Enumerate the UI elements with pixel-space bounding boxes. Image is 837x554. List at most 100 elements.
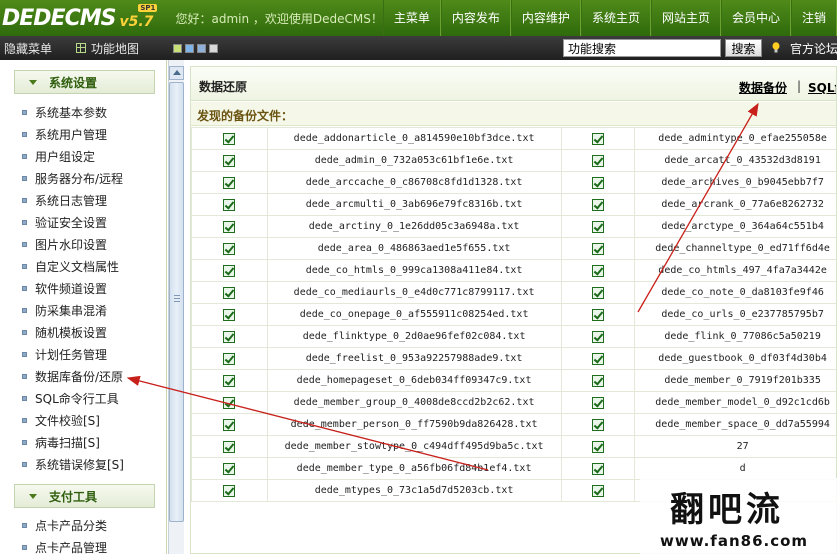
- file-checkbox[interactable]: [223, 242, 236, 255]
- table-row: dede_arccache_0_c86708c8fd1d1328.txt dede…: [191, 171, 836, 194]
- file-checkbox[interactable]: [223, 462, 236, 475]
- sidebar-item[interactable]: 计划任务管理: [22, 343, 107, 365]
- sidebar-item[interactable]: 图片水印设置: [22, 233, 107, 255]
- file-checkbox[interactable]: [223, 198, 236, 211]
- hide-menu-link[interactable]: 隐藏菜单: [4, 40, 52, 57]
- logo-brand: DEDECMS: [2, 5, 116, 31]
- sidebar-item[interactable]: 病毒扫描[S]: [22, 431, 100, 453]
- sidebar-item[interactable]: 点卡产品分类: [22, 514, 107, 536]
- skin-swatch-lightblue[interactable]: [197, 43, 207, 53]
- backup-filename: dede_channeltype_0_ed71ff6d4e: [655, 243, 830, 254]
- file-checkbox[interactable]: [591, 220, 604, 233]
- sidebar-item[interactable]: 数据库备份/还原: [22, 365, 123, 387]
- sidebar-item[interactable]: SQL命令行工具: [22, 387, 119, 409]
- file-checkbox[interactable]: [223, 132, 236, 145]
- data-backup-link[interactable]: 数据备份: [739, 79, 787, 96]
- skin-swatch-green[interactable]: [173, 43, 183, 53]
- file-checkbox[interactable]: [223, 286, 236, 299]
- backup-files-header: 发现的备份文件：: [191, 102, 836, 126]
- file-checkbox[interactable]: [591, 264, 604, 277]
- table-row: dede_arctiny_0_1e26dd05c3a6948a.txt dede_…: [191, 215, 836, 238]
- collapse-triangle-icon: [29, 493, 37, 499]
- file-checkbox[interactable]: [223, 396, 236, 409]
- file-checkbox[interactable]: [591, 352, 604, 365]
- file-checkbox[interactable]: [223, 154, 236, 167]
- file-checkbox[interactable]: [591, 484, 604, 497]
- sidebar-item-label: 自定义文档属性: [35, 259, 120, 274]
- nav-main-menu[interactable]: 主菜单: [382, 0, 441, 36]
- file-checkbox[interactable]: [591, 330, 604, 343]
- sidebar-item[interactable]: 系统错误修复[S]: [22, 453, 124, 475]
- nav-site-home[interactable]: 网站主页: [650, 0, 721, 36]
- file-checkbox[interactable]: [223, 484, 236, 497]
- scroll-up-arrow-icon[interactable]: [169, 66, 184, 80]
- file-checkbox[interactable]: [223, 264, 236, 277]
- menu-section-payment-tools[interactable]: 支付工具: [14, 484, 155, 508]
- file-checkbox[interactable]: [591, 286, 604, 299]
- backup-filename: dede_member_space_0_dd7a55994: [655, 419, 830, 430]
- file-checkbox[interactable]: [591, 462, 604, 475]
- file-checkbox[interactable]: [223, 440, 236, 453]
- sidebar-item[interactable]: 文件校验[S]: [22, 409, 100, 431]
- feature-map-link[interactable]: 功能地图: [56, 40, 139, 57]
- table-row: dede_arcmulti_0_3ab696e79fc8316b.txt dede…: [191, 193, 836, 216]
- watermark: 翻吧流 www.fan86.com: [640, 478, 837, 554]
- sidebar-item[interactable]: 系统用户管理: [22, 123, 107, 145]
- menu-section-system-settings[interactable]: 系统设置: [14, 70, 155, 94]
- official-forum-link[interactable]: 官方论坛: [790, 40, 837, 57]
- left-menu-scrollbar[interactable]: [168, 60, 184, 554]
- file-checkbox[interactable]: [591, 418, 604, 431]
- bullet-icon: [22, 439, 27, 445]
- table-row: dede_member_stowtype_0_c494dff495d9ba5c.…: [191, 435, 836, 458]
- sidebar-item[interactable]: 服务器分布/远程: [22, 167, 123, 189]
- sidebar-item[interactable]: 验证安全设置: [22, 211, 107, 233]
- bullet-icon: [22, 285, 27, 291]
- dedecms-logo[interactable]: DEDECMS v5.7 SP1: [0, 0, 166, 36]
- file-checkbox[interactable]: [223, 352, 236, 365]
- sidebar-item[interactable]: 防采集串混淆: [22, 299, 107, 321]
- nav-system-home[interactable]: 系统主页: [580, 0, 651, 36]
- sidebar-item[interactable]: 点卡产品管理: [22, 536, 107, 554]
- top-header: DEDECMS v5.7 SP1 您好：admin ，欢迎使用DedeCMS！ 主…: [0, 0, 837, 36]
- nav-logout[interactable]: 注销: [790, 0, 837, 36]
- function-search-input[interactable]: [563, 39, 721, 57]
- sidebar-item[interactable]: 软件频道设置: [22, 277, 107, 299]
- file-checkbox[interactable]: [223, 308, 236, 321]
- nav-member-center[interactable]: 会员中心: [720, 0, 791, 36]
- file-checkbox[interactable]: [223, 220, 236, 233]
- file-checkbox[interactable]: [591, 154, 604, 167]
- file-checkbox[interactable]: [223, 374, 236, 387]
- table-row: dede_co_onepage_0_af555911c08254ed.txt de…: [191, 303, 836, 326]
- sql-command-link[interactable]: SQL命: [808, 79, 836, 96]
- skin-swatch-gray[interactable]: [209, 43, 219, 53]
- bullet-icon: [22, 373, 27, 379]
- file-checkbox[interactable]: [591, 440, 604, 453]
- nav-content-publish[interactable]: 内容发布: [440, 0, 511, 36]
- file-checkbox[interactable]: [591, 132, 604, 145]
- table-row: dede_area_0_486863aed1e5f655.txt dede_cha…: [191, 237, 836, 260]
- nav-content-maintain[interactable]: 内容维护: [510, 0, 581, 36]
- sidebar-item-label: 系统用户管理: [35, 127, 108, 142]
- sidebar-item[interactable]: 系统基本参数: [22, 101, 107, 123]
- file-checkbox[interactable]: [591, 374, 604, 387]
- sidebar-item[interactable]: 随机模板设置: [22, 321, 107, 343]
- file-checkbox[interactable]: [591, 198, 604, 211]
- backup-filename: dede_co_htmls_497_4fa7a3442e: [658, 265, 827, 276]
- file-checkbox[interactable]: [591, 396, 604, 409]
- scroll-thumb[interactable]: [169, 82, 184, 522]
- file-checkbox[interactable]: [591, 176, 604, 189]
- page-title: 数据还原: [199, 80, 248, 94]
- table-row: dede_flinktype_0_2d0ae96fef02c084.txt ded…: [191, 325, 836, 348]
- sidebar-item[interactable]: 自定义文档属性: [22, 255, 119, 277]
- sidebar-item[interactable]: 系统日志管理: [22, 189, 107, 211]
- file-checkbox[interactable]: [591, 242, 604, 255]
- sidebar-item[interactable]: 用户组设定: [22, 145, 95, 167]
- file-checkbox[interactable]: [591, 308, 604, 321]
- skin-swatch-blue[interactable]: [185, 43, 195, 53]
- backup-filename: dede_arcrank_0_77a6e8262732: [661, 199, 824, 210]
- sidebar-item-label: 系统日志管理: [35, 193, 108, 208]
- file-checkbox[interactable]: [223, 418, 236, 431]
- file-checkbox[interactable]: [223, 330, 236, 343]
- file-checkbox[interactable]: [223, 176, 236, 189]
- search-button[interactable]: 搜索: [725, 39, 762, 57]
